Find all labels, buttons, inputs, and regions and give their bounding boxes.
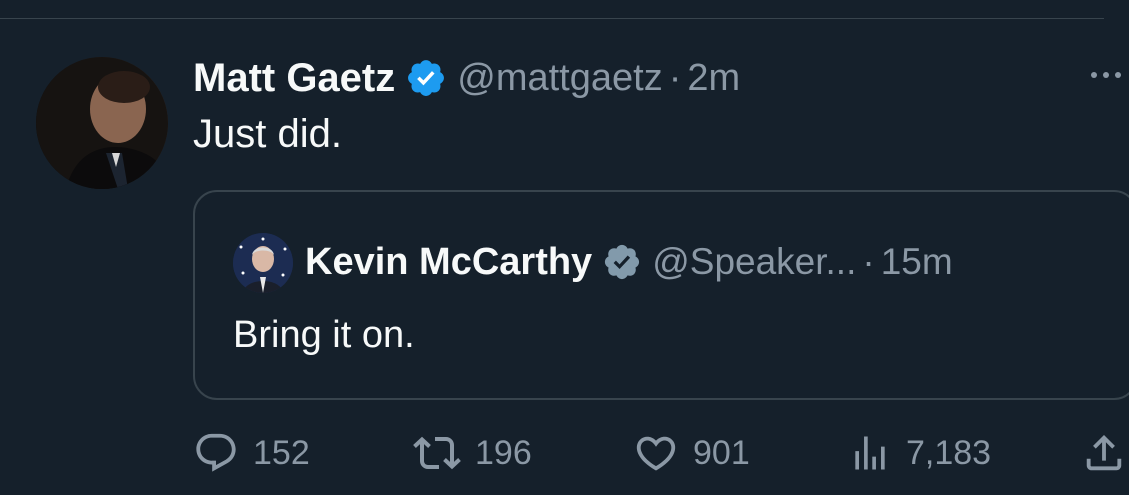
separator-dot: · (862, 241, 875, 282)
tweet-text: Just did. (193, 112, 342, 156)
avatar[interactable] (36, 57, 168, 189)
separator-dot: · (668, 56, 682, 99)
tweet-actions: 152 196 901 7,183 (193, 428, 1129, 478)
more-icon[interactable] (1084, 62, 1128, 88)
quoted-tweet-text: Bring it on. (233, 314, 415, 356)
views-count: 7,183 (906, 433, 992, 472)
quoted-timestamp[interactable]: 15m (881, 241, 953, 283)
heart-icon (636, 436, 676, 471)
timestamp[interactable]: 2m (687, 57, 740, 100)
reply-count: 152 (253, 433, 310, 472)
user-handle[interactable]: @mattgaetz (457, 57, 662, 100)
quoted-avatar[interactable] (233, 233, 293, 293)
views-icon (855, 436, 885, 470)
retweet-button[interactable]: 196 (413, 428, 532, 478)
verified-badge-icon (405, 57, 447, 99)
divider (0, 18, 1104, 19)
display-name[interactable]: Matt Gaetz (193, 56, 395, 101)
share-icon (1086, 434, 1122, 471)
share-button[interactable] (1081, 428, 1127, 478)
tweet-view: Matt Gaetz @mattgaetz · 2m Just did. Kev… (0, 0, 1129, 495)
reply-icon (196, 433, 236, 472)
retweet-count: 196 (475, 433, 532, 472)
quoted-user-handle[interactable]: @Speaker... (652, 241, 856, 283)
like-count: 901 (693, 433, 750, 472)
like-button[interactable]: 901 (633, 428, 750, 478)
tweet-header: Matt Gaetz @mattgaetz · 2m (193, 56, 740, 100)
reply-button[interactable]: 152 (193, 428, 310, 478)
retweet-icon (413, 436, 461, 470)
verified-gray-badge-icon (602, 242, 642, 282)
quoted-tweet-header: Kevin McCarthy @Speaker... · 15m (305, 240, 953, 284)
quoted-tweet-card[interactable]: Kevin McCarthy @Speaker... · 15m Bring i… (193, 190, 1129, 400)
views-button[interactable]: 7,183 (848, 428, 991, 478)
avatar-photo (36, 57, 168, 189)
quoted-avatar-photo (233, 233, 293, 293)
quoted-display-name[interactable]: Kevin McCarthy (305, 241, 592, 284)
